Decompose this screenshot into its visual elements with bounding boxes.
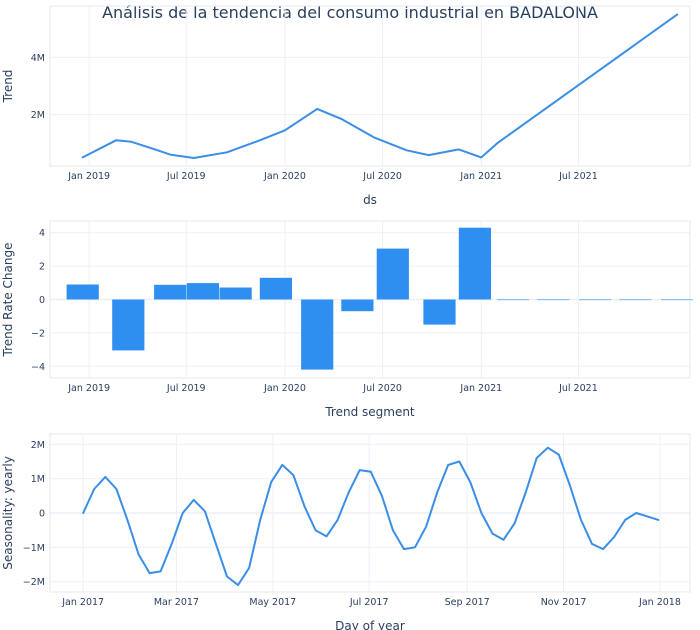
x-tick-label: Jul 2021 xyxy=(558,171,598,182)
x-tick-label: Mar 2017 xyxy=(154,597,199,608)
bar xyxy=(537,299,570,301)
bar xyxy=(423,299,456,325)
y-tick-label: 4 xyxy=(39,228,45,239)
bar xyxy=(496,299,530,301)
bar xyxy=(112,299,145,351)
y-axis-title: Seasonality: yearly xyxy=(1,456,15,570)
bar xyxy=(341,299,374,312)
y-tick-label: 1M xyxy=(31,474,45,485)
y-tick-label: −2 xyxy=(31,328,45,339)
y-tick-label: 0 xyxy=(39,509,45,520)
bar xyxy=(259,277,292,300)
x-tick-label: Nov 2017 xyxy=(541,597,587,608)
figure: Análisis de la tendencia del consumo ind… xyxy=(1,3,694,630)
y-axis-title: Trend xyxy=(1,70,15,104)
bar xyxy=(376,248,409,300)
bar xyxy=(219,287,252,300)
x-tick-label: Jan 2020 xyxy=(263,383,306,394)
bar xyxy=(458,227,491,300)
x-tick-label: Jul 2020 xyxy=(362,171,402,182)
y-tick-label: 2M xyxy=(31,440,45,451)
x-tick-label: Jul 2019 xyxy=(166,171,206,182)
bar xyxy=(186,283,219,300)
x-tick-label: Jan 2018 xyxy=(638,597,681,608)
bar xyxy=(66,284,99,300)
x-tick-label: Jul 2019 xyxy=(166,383,206,394)
series-line xyxy=(81,13,679,159)
x-tick-label: May 2017 xyxy=(249,597,296,608)
bar xyxy=(661,299,694,301)
y-tick-label: −4 xyxy=(31,362,45,373)
seasonality-yearly-panel: Jan 2017 Mar 2017 May 2017 Jul 2017 Sep 2017… xyxy=(1,433,691,630)
y-tick-label: −2M xyxy=(23,577,45,588)
x-tick-label: Jan 2017 xyxy=(61,597,104,608)
x-tick-label: Jul 2020 xyxy=(362,383,402,394)
x-tick-label: Jan 2020 xyxy=(263,171,306,182)
trend-panel: Jan 2019 Jul 2019 Jan 2020 Jul 2020 Jan 2021… xyxy=(1,5,691,207)
bar xyxy=(301,299,334,370)
x-tick-label: Jan 2019 xyxy=(67,171,110,182)
y-tick-label: 2M xyxy=(31,110,45,121)
y-axis-title: Trend Rate Change xyxy=(1,243,15,358)
x-tick-label: Jan 2019 xyxy=(67,383,110,394)
y-tick-label: 0 xyxy=(39,295,45,306)
bar xyxy=(579,299,612,301)
x-tick-label: Jul 2017 xyxy=(349,597,389,608)
bar xyxy=(154,284,187,300)
x-tick-label: Jul 2021 xyxy=(558,383,598,394)
x-tick-label: Jan 2021 xyxy=(459,383,502,394)
trend-rate-change-panel: Jan 2019 Jul 2019 Jan 2020 Jul 2020 Jan 2021… xyxy=(1,220,694,419)
x-tick-label: Sep 2017 xyxy=(445,597,490,608)
series-line xyxy=(82,446,660,587)
y-tick-label: 4M xyxy=(31,53,45,64)
x-axis-title: Day of year xyxy=(335,619,405,630)
x-axis-title: ds xyxy=(363,193,377,207)
bar xyxy=(619,299,652,301)
x-tick-label: Jan 2021 xyxy=(459,171,502,182)
y-tick-label: −1M xyxy=(23,543,45,554)
y-tick-label: 2 xyxy=(39,262,45,273)
x-axis-title: Trend segment xyxy=(324,405,415,419)
plot-frame xyxy=(49,5,691,167)
